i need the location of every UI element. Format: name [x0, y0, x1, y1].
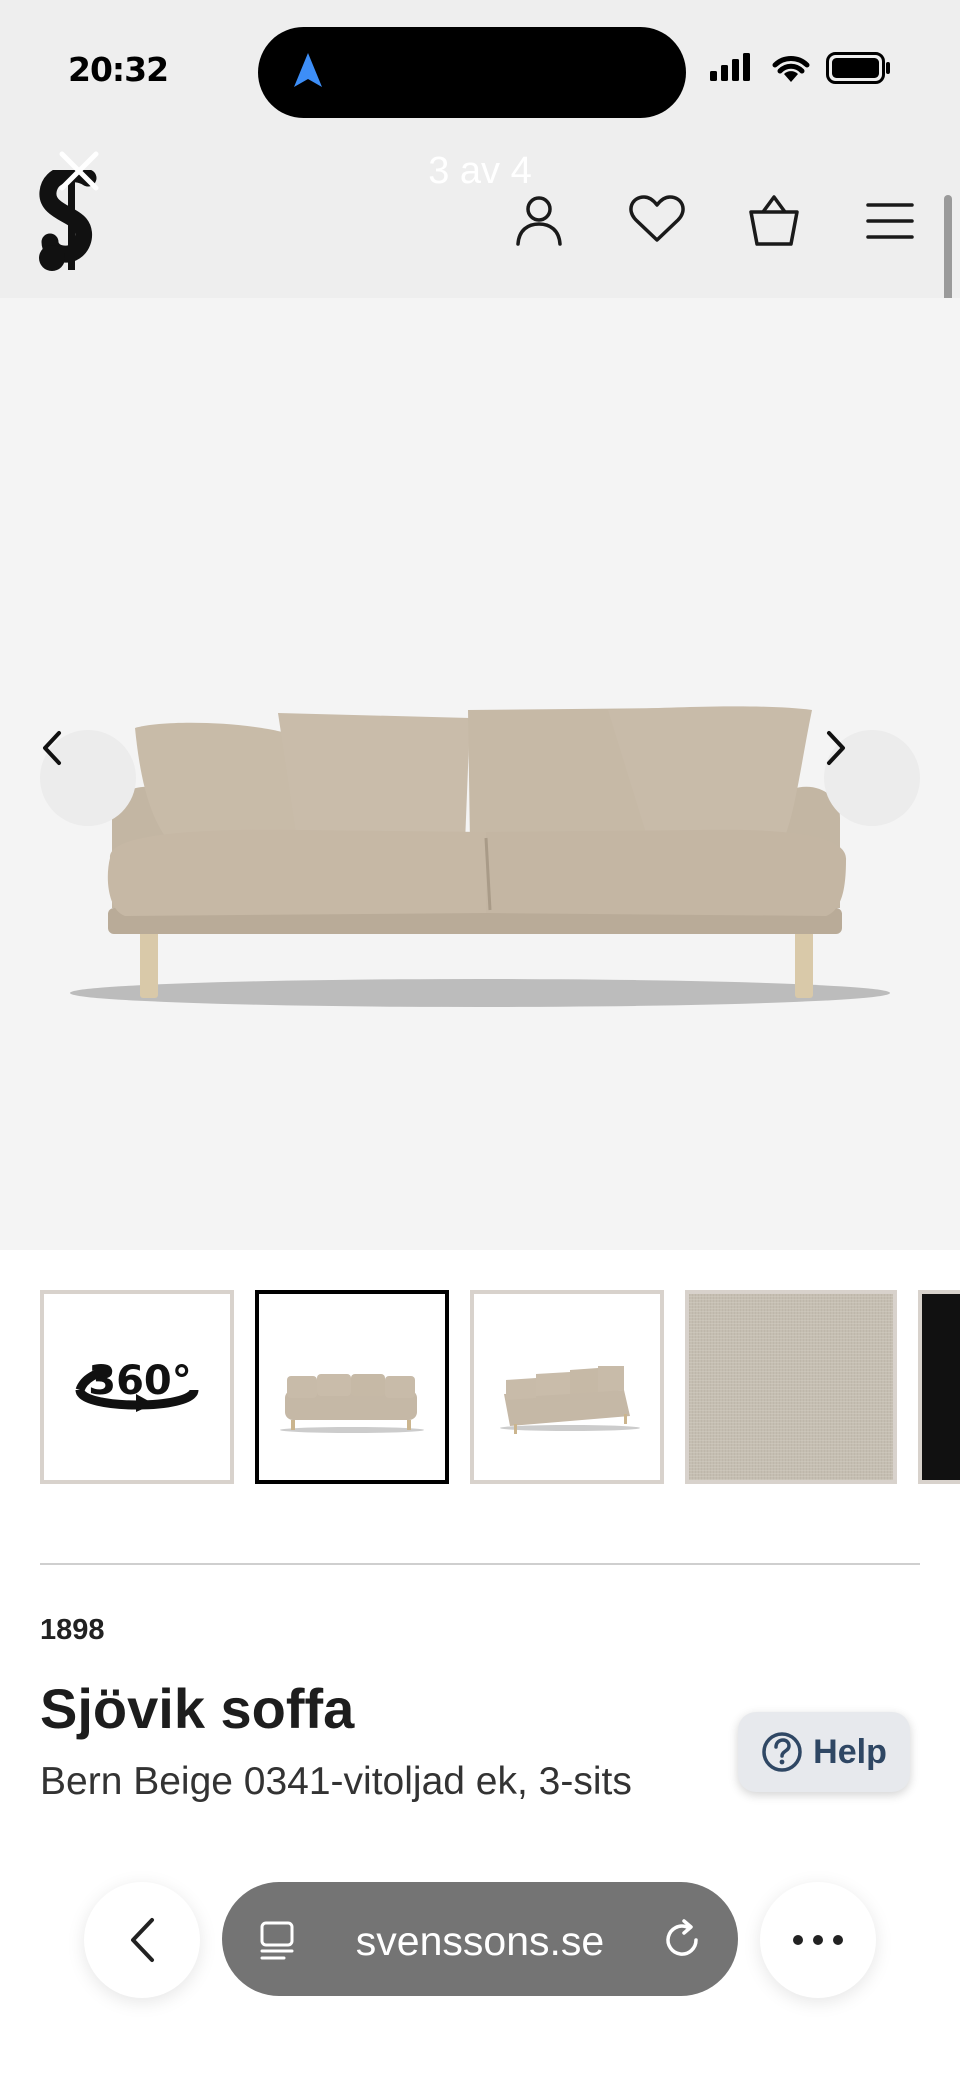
fabric-texture-thumbnail: [689, 1294, 893, 1480]
sofa-image: [70, 706, 890, 1007]
chevron-left-icon: [43, 731, 61, 765]
chevron-right-icon: [827, 731, 845, 765]
thumb-angle[interactable]: [470, 1290, 664, 1484]
help-label: Help: [813, 1732, 887, 1771]
help-button[interactable]: Help: [738, 1712, 910, 1792]
menu-icon[interactable]: [866, 202, 914, 240]
image-counter: 3 av 4: [428, 150, 532, 192]
help-icon: [762, 1732, 802, 1772]
top-header: 20:32 3 av 4: [0, 0, 960, 298]
navigation-arrow-icon: [294, 53, 322, 87]
thumb-fabric[interactable]: [685, 1290, 897, 1484]
basket-icon[interactable]: [748, 194, 800, 248]
product-variant: Bern Beige 0341-vitoljad ek, 3-sits: [40, 1760, 632, 1803]
reload-icon[interactable]: [660, 1918, 704, 1962]
address-bar[interactable]: svenssons.se: [222, 1882, 738, 1996]
product-title: Sjövik soffa: [40, 1677, 355, 1740]
sofa-angle-thumbnail: [500, 1366, 640, 1434]
cellular-signal-icon: [710, 53, 750, 81]
product-image[interactable]: [0, 298, 960, 1250]
thumb-front[interactable]: [255, 1290, 449, 1484]
chevron-left-icon: [131, 1918, 154, 1962]
sofa-front-thumbnail: [280, 1374, 424, 1433]
status-time: 20:32: [68, 50, 169, 89]
status-icons: [710, 52, 892, 84]
battery-icon: [826, 52, 890, 84]
thumb-360[interactable]: 360°: [40, 1290, 234, 1484]
account-icon[interactable]: [514, 194, 564, 248]
gallery-next-button[interactable]: [824, 730, 920, 826]
thumb-dark[interactable]: [918, 1290, 960, 1484]
browser-back-button[interactable]: [84, 1882, 200, 1998]
more-options-button[interactable]: [760, 1882, 876, 1998]
heart-icon[interactable]: [628, 194, 686, 244]
product-brand: 1898: [40, 1614, 105, 1646]
rotate-360-icon: 360°: [75, 1358, 199, 1412]
wifi-icon: [772, 56, 810, 82]
gallery-prev-button[interactable]: [40, 730, 136, 826]
dynamic-island: [258, 27, 686, 118]
divider: [40, 1563, 920, 1565]
more-dots-icon: [793, 1935, 843, 1945]
